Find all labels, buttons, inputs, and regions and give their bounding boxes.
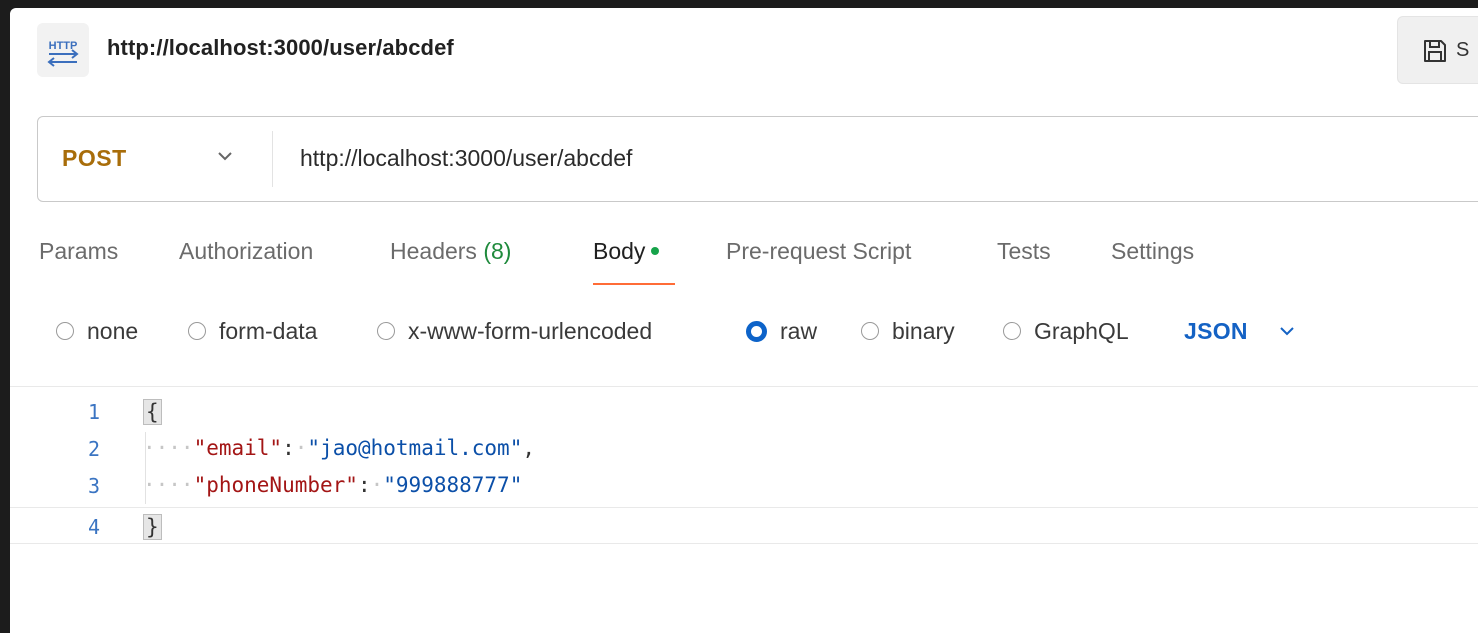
tab-label: Tests — [997, 238, 1051, 264]
tab-body[interactable]: Body — [593, 238, 660, 265]
indent-whitespace: ···· — [143, 436, 194, 460]
radio-label: raw — [780, 317, 818, 344]
url-bar: POST — [37, 116, 1478, 202]
radio-button — [56, 322, 74, 340]
json-value: "jao@hotmail.com" — [307, 436, 523, 460]
tab-settings[interactable]: Settings — [1111, 238, 1194, 265]
code-text: ····"phoneNumber":·"999888777" — [143, 473, 523, 497]
tab-params[interactable]: Params — [39, 238, 118, 265]
request-tabs: Params Authorization Headers (8) Body Pr… — [10, 230, 1478, 290]
radio-button-selected — [746, 320, 767, 342]
tab-label: Settings — [1111, 238, 1195, 264]
code-line: 3 ····"phoneNumber":·"999888777" — [10, 467, 1478, 504]
radio-label: x-www-form-urlencoded — [408, 317, 653, 344]
radio-label: GraphQL — [1034, 317, 1129, 344]
line-number: 3 — [87, 474, 100, 498]
url-divider — [272, 131, 273, 187]
http-icon: HTTP — [37, 23, 89, 77]
tab-tests[interactable]: Tests — [997, 238, 1051, 265]
radio-raw[interactable]: raw — [746, 316, 817, 346]
indent-whitespace: ···· — [143, 473, 194, 497]
format-select[interactable]: JSON — [1184, 316, 1296, 346]
method-select[interactable]: POST — [38, 117, 273, 201]
radio-button — [861, 322, 879, 340]
code-line: 1 { — [10, 393, 1478, 430]
save-icon — [1424, 40, 1446, 62]
radio-label: binary — [892, 317, 955, 344]
json-value: "999888777" — [383, 473, 523, 497]
code-text: } — [143, 514, 162, 540]
active-tab-indicator — [593, 283, 675, 285]
tab-label: Body — [593, 238, 646, 264]
save-label: S — [1456, 39, 1470, 61]
radio-button — [1003, 322, 1021, 340]
radio-button — [377, 322, 395, 340]
code-text: { — [143, 399, 162, 425]
code-line-current: 4 } — [10, 507, 1478, 544]
tab-label: Pre-request Script — [726, 238, 912, 264]
radio-none[interactable]: none — [56, 316, 138, 346]
url-input[interactable] — [300, 145, 1400, 172]
request-header: HTTP http://localhost:3000/user/abcdef S — [10, 8, 1478, 92]
line-number: 2 — [87, 437, 100, 461]
line-number: 1 — [87, 400, 100, 424]
body-status-dot — [651, 246, 660, 255]
tab-pre-request-script[interactable]: Pre-request Script — [726, 238, 911, 265]
radio-label: form-data — [219, 317, 318, 344]
code-line: 2 ····"email":·"jao@hotmail.com", — [10, 430, 1478, 467]
tab-authorization[interactable]: Authorization — [179, 238, 313, 265]
request-editor-window: HTTP http://localhost:3000/user/abcdef S… — [10, 8, 1478, 633]
code-text: ····"email":·"jao@hotmail.com", — [143, 436, 535, 460]
json-comma: , — [522, 436, 535, 460]
tab-label: Headers — [390, 238, 477, 264]
json-key: "phoneNumber" — [193, 473, 358, 497]
format-label: JSON — [1184, 317, 1248, 344]
radio-graphql[interactable]: GraphQL — [1003, 316, 1129, 346]
radio-x-www-form-urlencoded[interactable]: x-www-form-urlencoded — [377, 316, 652, 346]
headers-count: (8) — [483, 238, 512, 264]
open-brace: { — [143, 399, 162, 425]
tab-label: Params — [39, 238, 119, 264]
body-type-options: none form-data x-www-form-urlencoded raw… — [10, 308, 1478, 352]
body-code-editor[interactable]: 1 { 2 ····"email":·"jao@hotmail.com", 3 … — [10, 386, 1478, 633]
line-number: 4 — [87, 515, 100, 539]
close-brace: } — [143, 514, 162, 540]
radio-label: none — [87, 317, 139, 344]
radio-form-data[interactable]: form-data — [188, 316, 317, 346]
tab-label: Authorization — [179, 238, 314, 264]
chevron-down-icon — [1280, 327, 1294, 336]
radio-binary[interactable]: binary — [861, 316, 955, 346]
save-button[interactable]: S — [1397, 16, 1478, 84]
json-key: "email" — [193, 436, 283, 460]
page-title: http://localhost:3000/user/abcdef — [107, 35, 454, 60]
tab-headers[interactable]: Headers (8) — [390, 238, 511, 265]
method-label: POST — [62, 145, 127, 171]
chevron-down-icon — [218, 152, 232, 161]
radio-button — [188, 322, 206, 340]
